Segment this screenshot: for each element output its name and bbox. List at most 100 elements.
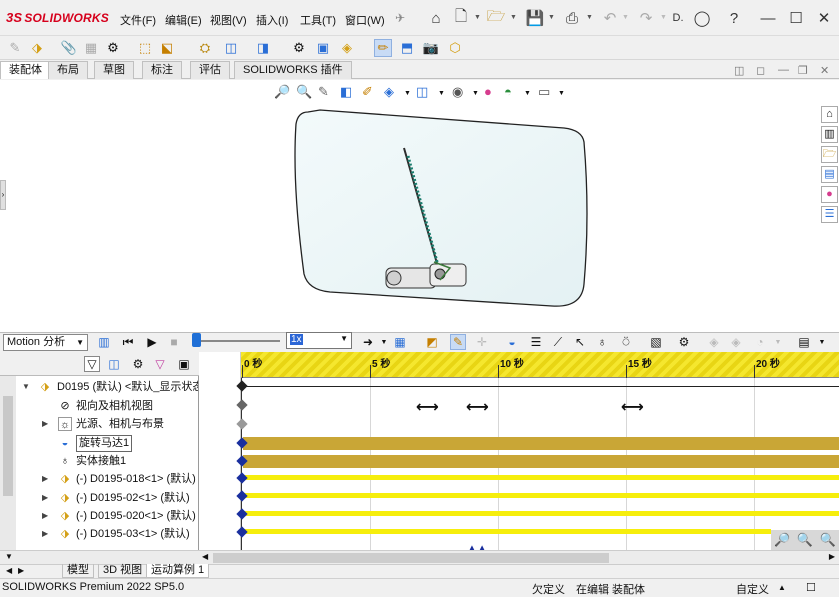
expand-icon[interactable]: ▶ bbox=[42, 415, 48, 433]
tree-item-rotary-motor[interactable]: ◒ 旋转马达1 bbox=[0, 434, 198, 452]
large-assembly-icon[interactable]: ⬡ bbox=[446, 39, 464, 57]
chevron-up-icon[interactable]: ▲ bbox=[778, 583, 786, 592]
view-orientation-icon[interactable]: ◈ bbox=[384, 84, 394, 100]
toolbar-icon-edit-component[interactable]: ✎ bbox=[6, 39, 24, 57]
tree-item-solid-contact[interactable]: ♁ 实体接触1 bbox=[0, 452, 198, 470]
expand-icon[interactable]: ▶ bbox=[42, 507, 48, 525]
damper-icon[interactable]: ⟋ bbox=[550, 334, 566, 350]
doc-minimize-icon[interactable]: — bbox=[778, 64, 789, 76]
appearances-icon[interactable]: ● bbox=[821, 186, 838, 203]
tree-item-part[interactable]: ▶ ⬗ (-) D0195-03<1> (默认) bbox=[0, 525, 198, 543]
motion-study-properties-icon[interactable]: ⚙ bbox=[676, 334, 692, 350]
filter-icon[interactable]: ▽ bbox=[84, 356, 100, 372]
chevron-down-icon[interactable]: ▼ bbox=[660, 14, 667, 21]
menu-edit[interactable]: 编辑(E) bbox=[165, 12, 202, 28]
playback-speed-select[interactable]: 1x ▼ bbox=[286, 332, 352, 349]
maximize-icon[interactable]: ☐ bbox=[786, 8, 806, 28]
view-change-bar[interactable]: ⟷ bbox=[621, 397, 644, 417]
tab-evaluate[interactable]: 评估 bbox=[190, 61, 230, 79]
print-icon[interactable]: ⎙ bbox=[562, 8, 582, 28]
display-style-icon[interactable]: ◫ bbox=[416, 84, 428, 100]
tab-markup[interactable]: 标注 bbox=[142, 61, 182, 79]
pin-icon[interactable]: ✈ bbox=[390, 8, 410, 28]
report-icon[interactable]: ◔ bbox=[752, 334, 768, 350]
menu-view[interactable]: 视图(V) bbox=[210, 12, 247, 28]
zoom-out-icon[interactable]: 🔍 bbox=[820, 532, 836, 548]
collapse-motion-manager-icon[interactable]: ▤ bbox=[796, 334, 812, 350]
units-custom[interactable]: 自定义 bbox=[736, 581, 769, 597]
tree-item-part[interactable]: ▶ ⬗ (-) D0195-018<1> (默认) bbox=[0, 470, 198, 488]
close-icon[interactable]: ✕ bbox=[814, 8, 834, 28]
instant3d-icon[interactable]: ◈ bbox=[338, 39, 356, 57]
help-icon[interactable]: ? bbox=[724, 8, 744, 28]
tree-horizontal-scrollbar[interactable]: ▼ bbox=[0, 550, 199, 564]
home-icon[interactable]: ⌂ bbox=[821, 106, 838, 123]
solidworks-logo[interactable]: 3S SOLIDWORKS bbox=[6, 10, 109, 25]
motor-timeline-bar[interactable] bbox=[243, 437, 839, 450]
expand-icon[interactable]: ▶ bbox=[42, 525, 48, 543]
force-icon[interactable]: ↖ bbox=[572, 334, 588, 350]
menu-window[interactable]: 窗口(W) bbox=[345, 12, 385, 28]
contact-icon[interactable]: ♁ bbox=[594, 334, 610, 350]
menu-tools[interactable]: 工具(T) bbox=[300, 12, 336, 28]
home-icon[interactable]: ⌂ bbox=[426, 8, 446, 28]
window-split-icon[interactable]: ◻ bbox=[756, 64, 765, 77]
part-timeline-bar[interactable] bbox=[243, 511, 839, 516]
new-document-icon[interactable]: 🗋 bbox=[451, 8, 471, 28]
bill-of-materials-icon[interactable]: ⚙ bbox=[290, 39, 308, 57]
open-folder-icon[interactable]: 🗁 bbox=[486, 8, 506, 28]
part-timeline-bar[interactable] bbox=[243, 493, 839, 498]
show-hidden-icon[interactable]: ⬕ bbox=[158, 39, 176, 57]
dynamic-annotation-icon[interactable]: ✐ bbox=[362, 84, 373, 100]
take-snapshot-icon[interactable]: ⬒ bbox=[398, 39, 416, 57]
chevron-down-icon[interactable]: ▼ bbox=[814, 334, 830, 350]
calculate-icon[interactable]: ▥ bbox=[96, 334, 112, 350]
chevron-down-icon[interactable]: ▼ bbox=[472, 90, 479, 97]
tab-layout[interactable]: 布局 bbox=[48, 61, 88, 79]
chevron-down-icon[interactable]: ▼ bbox=[474, 14, 481, 21]
timeline-ruler[interactable] bbox=[241, 352, 839, 378]
chevron-down-icon[interactable]: ▼ bbox=[438, 90, 445, 97]
results-and-plots-icon[interactable]: ▧ bbox=[648, 334, 664, 350]
chevron-down-icon[interactable]: ▼ bbox=[548, 14, 555, 21]
tab-motion-study-1[interactable]: 运动算例 1 bbox=[146, 564, 210, 578]
insert-component-icon[interactable]: ⬗ bbox=[28, 39, 46, 57]
save-icon[interactable]: 💾 bbox=[525, 8, 545, 28]
zoom-area-icon[interactable]: 🔍 bbox=[296, 84, 312, 100]
filter-driving-icon[interactable]: ◫ bbox=[106, 356, 122, 372]
tree-item-lights[interactable]: ▶ ☼ 光源、相机与布景 bbox=[0, 415, 198, 433]
zoom-fit-icon[interactable]: 🔎 bbox=[774, 532, 790, 548]
undo-icon[interactable]: ↶ bbox=[600, 8, 620, 28]
tab-model[interactable]: 模型 bbox=[62, 564, 94, 578]
file-explorer-icon[interactable]: 🗁 bbox=[821, 146, 838, 163]
tab-assembly[interactable]: 装配体 bbox=[0, 61, 51, 79]
view-settings-icon[interactable]: ▭ bbox=[538, 84, 550, 100]
play-icon[interactable]: ▶ bbox=[144, 334, 160, 350]
collapse-icon[interactable]: ▼ bbox=[22, 378, 30, 396]
camera-icon[interactable]: 📷 bbox=[422, 39, 440, 57]
quick-tips-icon[interactable]: ☐ bbox=[806, 581, 816, 594]
linear-pattern-icon[interactable]: ▦ bbox=[82, 39, 100, 57]
part-timeline-bar[interactable] bbox=[243, 475, 839, 480]
chevron-down-icon[interactable]: ▼ bbox=[404, 90, 411, 97]
exploded-view-icon[interactable]: ▣ bbox=[314, 39, 332, 57]
chevron-down-icon[interactable]: ▼ bbox=[770, 334, 786, 350]
export-icon[interactable]: ◈ bbox=[728, 334, 744, 350]
part-timeline-bar[interactable] bbox=[243, 529, 771, 534]
contact-timeline-bar[interactable] bbox=[243, 455, 839, 468]
doc-restore-icon[interactable]: ❐ bbox=[798, 64, 808, 77]
tab-scroll-right-icon[interactable]: ▶ bbox=[18, 566, 24, 575]
motor-icon[interactable]: ◒ bbox=[504, 334, 520, 350]
edit-appearance-icon[interactable]: ● bbox=[484, 84, 492, 99]
minimize-icon[interactable]: — bbox=[758, 8, 778, 28]
chevron-down-icon[interactable]: ▼ bbox=[586, 14, 593, 21]
assembly-features-icon[interactable]: ⛭ bbox=[196, 39, 214, 57]
tab-sketch[interactable]: 草图 bbox=[94, 61, 134, 79]
stop-icon[interactable]: ■ bbox=[166, 334, 182, 350]
tab-solidworks-addins[interactable]: SOLIDWORKS 插件 bbox=[234, 61, 352, 79]
view-change-bar[interactable]: ⟷ bbox=[416, 397, 439, 417]
tree-item-camera-views[interactable]: ⊘ 视向及相机视图 bbox=[0, 397, 198, 415]
scroll-right-icon[interactable]: ▶ bbox=[829, 552, 835, 561]
zoom-in-icon[interactable]: 🔍 bbox=[797, 532, 813, 548]
tab-scroll-left-icon[interactable]: ◀ bbox=[6, 566, 12, 575]
